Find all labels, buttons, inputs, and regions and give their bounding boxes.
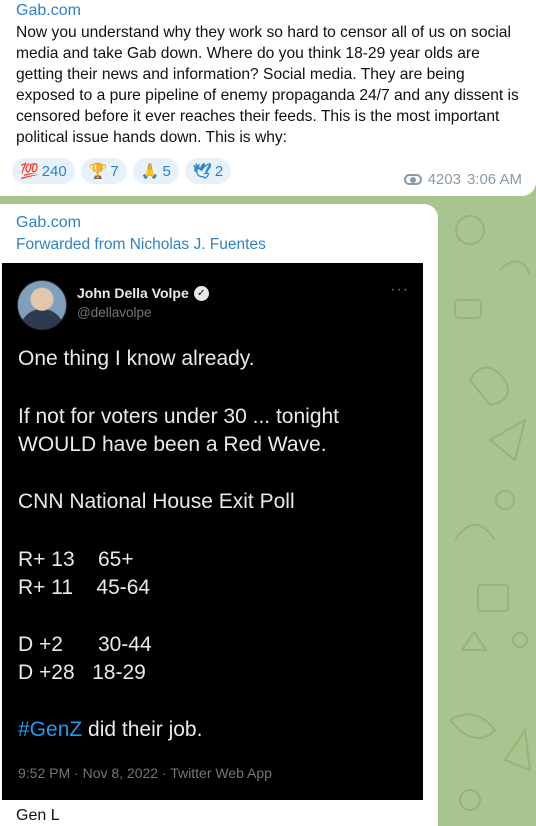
message-time: 3:06 AM (466, 171, 522, 188)
reaction-trophy[interactable]: 🏆 7 (80, 158, 127, 184)
tweet-author: John Della Volpe ✓ (77, 285, 209, 301)
tweet-line-hashtag: #GenZ did their job. (18, 718, 202, 742)
reactions-bar: 💯 240 🏆 7 🙏 5 🕊 2 (12, 158, 232, 184)
tweet-line: One thing I know already. (18, 347, 255, 370)
tweet-handle: @dellavolpe (77, 305, 152, 320)
reaction-count: 7 (110, 162, 119, 180)
trophy-icon: 🏆 (88, 163, 108, 180)
message-bubble-2[interactable]: Gab.com Forwarded from Nicholas J. Fuent… (0, 204, 438, 826)
sender-name[interactable]: Gab.com (16, 2, 81, 20)
tweet-screenshot[interactable]: John Della Volpe ✓ @dellavolpe ··· One t… (2, 263, 423, 800)
tweet-closing-text: did their job. (82, 718, 203, 741)
tweet-line: CNN National House Exit Poll (18, 490, 295, 513)
avatar (17, 280, 67, 330)
reaction-count: 5 (162, 162, 171, 180)
praying-hands-icon: 🙏 (140, 163, 160, 180)
tweet-line: R+ 11 45-64 (18, 576, 151, 599)
eye-icon (403, 174, 422, 185)
verified-badge-icon: ✓ (193, 285, 209, 301)
sender-name[interactable]: Gab.com (16, 214, 81, 232)
message-bubble-1[interactable]: Gab.com Now you understand why they work… (0, 0, 536, 196)
message-meta: 4203 3:06 AM (403, 171, 522, 188)
reaction-hundred[interactable]: 💯 240 (12, 158, 75, 184)
reaction-count: 240 (41, 162, 67, 180)
view-count: 4203 (427, 171, 461, 188)
tweet-line: If not for voters under 30 ... tonight (18, 405, 340, 428)
tweet-author-name: John Della Volpe (77, 285, 189, 301)
reaction-pray[interactable]: 🙏 5 (132, 158, 179, 184)
reaction-count: 2 (214, 162, 224, 180)
tweet-line: WOULD have been a Red Wave. (18, 433, 327, 456)
tweet-line: R+ 13 65+ (18, 548, 134, 571)
message-text: Now you understand why they work so hard… (16, 24, 519, 146)
tweet-line: D +28 18-29 (18, 661, 146, 684)
tweet-timestamp: 9:52 PM · Nov 8, 2022 · Twitter Web App (18, 765, 272, 781)
dove-icon: 🕊 (192, 163, 212, 180)
hundred-points-icon: 💯 (20, 163, 39, 180)
hashtag-link: #GenZ (18, 718, 83, 741)
tweet-line: D +2 30-44 (18, 633, 152, 656)
forwarded-from[interactable]: Forwarded from Nicholas J. Fuentes (16, 236, 266, 254)
reaction-dove[interactable]: 🕊 2 (184, 158, 232, 184)
message-caption: Gen L (16, 807, 60, 824)
more-options-icon: ··· (390, 281, 409, 298)
